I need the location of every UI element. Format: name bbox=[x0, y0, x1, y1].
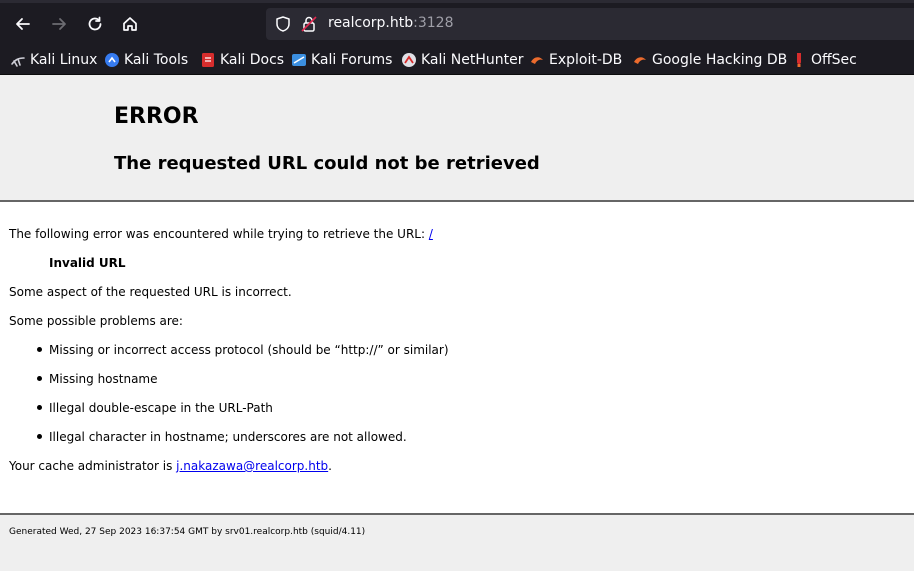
bullet-icon bbox=[37, 405, 42, 410]
list-item-text: Missing or incorrect access protocol (sh… bbox=[49, 343, 449, 357]
bookmark-label: OffSec bbox=[811, 52, 857, 68]
bookmark-kali-linux[interactable]: Kali Linux bbox=[10, 50, 97, 70]
admin-suffix: . bbox=[328, 459, 332, 473]
bookmark-kali-docs[interactable]: Kali Docs bbox=[200, 50, 284, 70]
list-item: Missing or incorrect access protocol (sh… bbox=[37, 343, 449, 357]
url-bar[interactable]: realcorp.htb:3128 bbox=[266, 8, 914, 40]
kali-tools-icon bbox=[105, 53, 119, 67]
bullet-icon bbox=[37, 376, 42, 381]
error-intro: The following error was encountered whil… bbox=[9, 227, 433, 241]
exploit-db-icon bbox=[531, 57, 543, 64]
offsec-icon bbox=[797, 53, 801, 67]
list-item: Missing hostname bbox=[37, 372, 158, 386]
bookmark-kali-forums[interactable]: Kali Forums bbox=[291, 50, 392, 70]
kali-dragon-icon bbox=[11, 57, 25, 67]
bookmark-kali-nethunter[interactable]: Kali NetHunter bbox=[401, 50, 523, 70]
bookmark-label: Kali Tools bbox=[124, 52, 189, 68]
bookmark-label: Kali Forums bbox=[311, 52, 393, 68]
bullet-icon bbox=[37, 347, 42, 352]
bullet-icon bbox=[37, 434, 42, 439]
url-text: realcorp.htb:3128 bbox=[328, 15, 454, 31]
back-button[interactable] bbox=[8, 9, 38, 39]
browser-toolbar: realcorp.htb:3128 bbox=[0, 0, 914, 46]
bookmarks-bar: Kali Linux Kali Tools Kali Docs Kali For… bbox=[0, 46, 914, 75]
nethunter-icon bbox=[402, 53, 416, 67]
home-icon bbox=[123, 17, 137, 31]
footer: Generated Wed, 27 Sep 2023 16:37:54 GMT … bbox=[0, 513, 914, 571]
bookmark-label: Kali Linux bbox=[30, 52, 98, 68]
bookmark-label: Kali NetHunter bbox=[421, 52, 524, 68]
admin-prefix: Your cache administrator is bbox=[9, 459, 177, 473]
list-item-text: Missing hostname bbox=[49, 372, 158, 386]
ghdb-icon bbox=[634, 57, 646, 64]
kali-forums-icon bbox=[292, 54, 306, 66]
bookmark-label: Kali Docs bbox=[220, 52, 285, 68]
requested-url-link[interactable]: / bbox=[429, 227, 433, 241]
problems-heading: Some possible problems are: bbox=[9, 314, 183, 328]
bookmark-label: Exploit-DB bbox=[549, 52, 623, 68]
generated-info: Generated Wed, 27 Sep 2023 16:37:54 GMT … bbox=[9, 527, 366, 537]
url-port: :3128 bbox=[413, 15, 454, 31]
kali-docs-icon bbox=[202, 53, 214, 67]
shield-icon[interactable] bbox=[274, 15, 292, 33]
reload-icon bbox=[88, 16, 102, 31]
error-title: ERROR bbox=[114, 104, 199, 129]
admin-line: Your cache administrator is j.nakazawa@r… bbox=[9, 459, 332, 473]
page-content: ERROR The requested URL could not be ret… bbox=[0, 75, 914, 571]
home-button[interactable] bbox=[115, 9, 145, 39]
list-item: Illegal character in hostname; underscor… bbox=[37, 430, 407, 444]
error-intro-text: The following error was encountered whil… bbox=[9, 227, 429, 241]
error-description: Some aspect of the requested URL is inco… bbox=[9, 285, 292, 299]
admin-email-link[interactable]: j.nakazawa@realcorp.htb bbox=[176, 459, 328, 473]
arrow-right-icon bbox=[52, 18, 66, 30]
reload-button[interactable] bbox=[80, 9, 110, 39]
error-header: ERROR The requested URL could not be ret… bbox=[0, 75, 914, 202]
error-subtitle: The requested URL could not be retrieved bbox=[114, 153, 540, 174]
bookmark-label: Google Hacking DB bbox=[652, 52, 788, 68]
forward-button[interactable] bbox=[44, 9, 74, 39]
url-host: realcorp.htb bbox=[328, 15, 414, 31]
list-item-text: Illegal double-escape in the URL-Path bbox=[49, 401, 273, 415]
error-name: Invalid URL bbox=[49, 256, 126, 270]
bookmark-exploit-db[interactable]: Exploit-DB bbox=[529, 50, 622, 70]
bookmark-offsec[interactable]: OffSec bbox=[791, 50, 857, 70]
lock-icon[interactable] bbox=[300, 15, 318, 33]
list-item-text: Illegal character in hostname; underscor… bbox=[49, 430, 407, 444]
arrow-left-icon bbox=[16, 18, 30, 30]
bookmark-kali-tools[interactable]: Kali Tools bbox=[104, 50, 188, 70]
list-item: Illegal double-escape in the URL-Path bbox=[37, 401, 273, 415]
bookmark-google-hacking-db[interactable]: Google Hacking DB bbox=[632, 50, 787, 70]
